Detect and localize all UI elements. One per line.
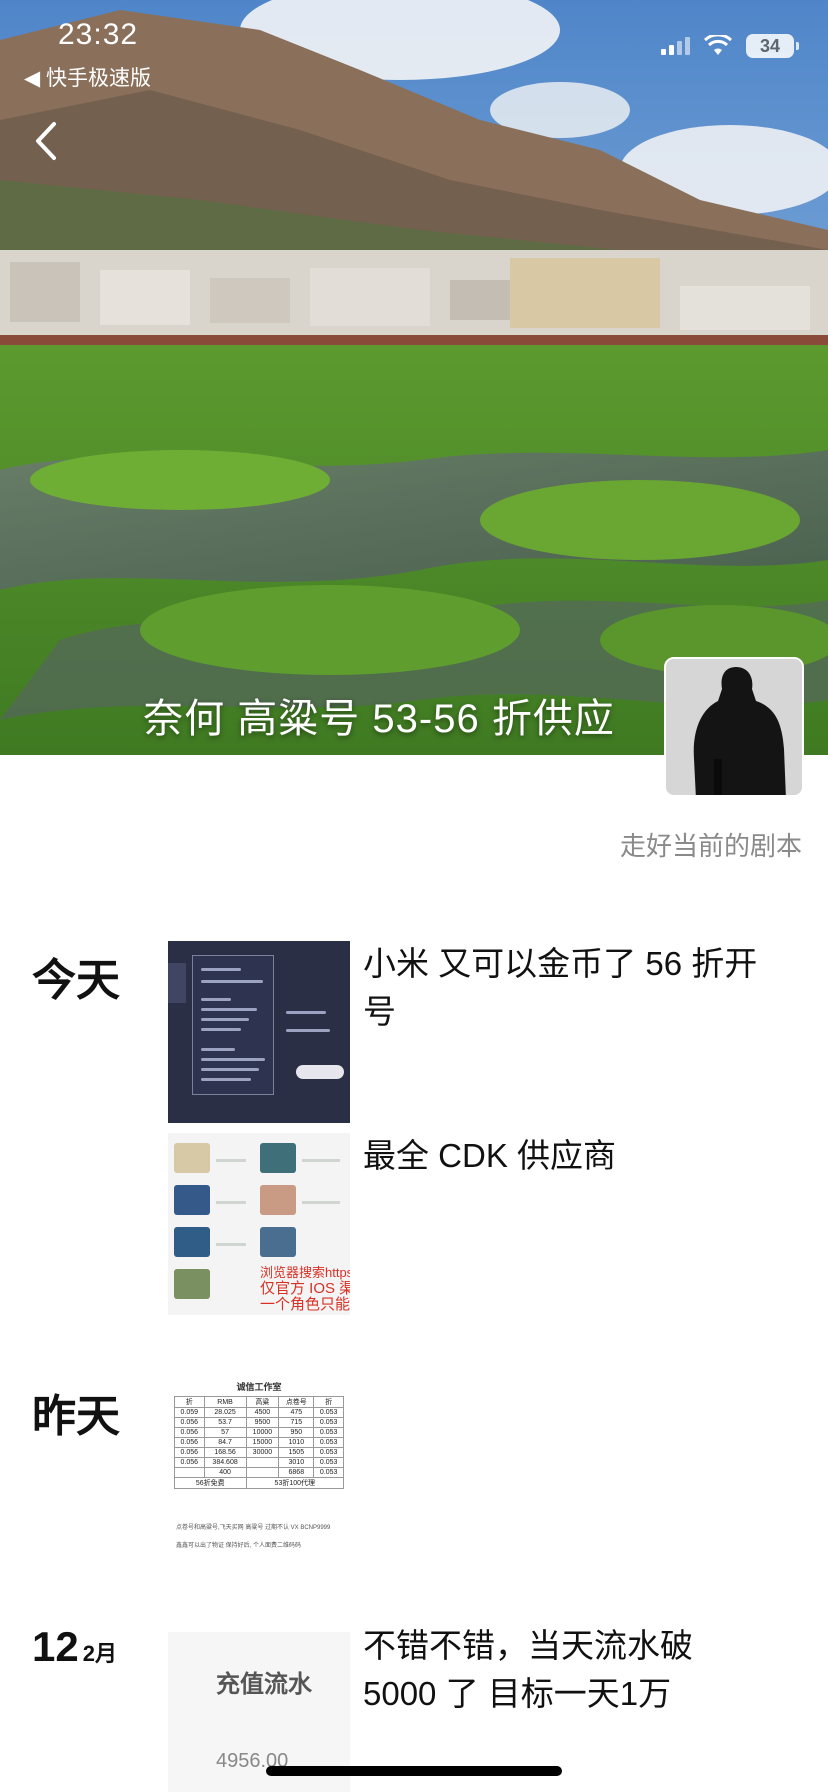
- wifi-icon: [704, 35, 732, 55]
- thumbnail-card: [192, 955, 274, 1095]
- landscape-image: [0, 0, 828, 755]
- profile-signature: 走好当前的剧本: [619, 831, 802, 861]
- thumbnail-button: [296, 1065, 344, 1079]
- thumbnail-text-line: [286, 1011, 326, 1014]
- day-label-date: 12 2月: [32, 1622, 117, 1672]
- thumbnail-text-line: [286, 1029, 330, 1032]
- avatar-image: [666, 659, 802, 795]
- home-indicator[interactable]: [266, 1766, 562, 1776]
- thumbnail-red-text: 浏览器搜索https: [260, 1265, 350, 1280]
- post-text[interactable]: 最全 CDK 供应商: [363, 1132, 783, 1180]
- cover-photo[interactable]: 奈何 高粱号 53-56 折供应: [0, 0, 828, 755]
- price-table: 折 RMB 高粱 点卷号折 0.059 28.025 4500 475 0.053 0.056…: [174, 1396, 345, 1489]
- post-thumbnail[interactable]: 诚信工作室 折 RMB 高粱 点卷号折 0.059 28.025 4500 475 0.053…: [168, 1374, 350, 1556]
- day-label-today: 今天: [32, 956, 120, 1005]
- day-number: 12: [32, 1623, 79, 1670]
- post-text[interactable]: 不错不错，当天流水破 5000 了 目标一天1万: [363, 1622, 723, 1718]
- back-to-app-link[interactable]: ◀ 快手极速版: [24, 62, 151, 92]
- day-month: 2月: [82, 1641, 117, 1666]
- signal-icon: [661, 37, 690, 55]
- back-chevron-icon[interactable]: [28, 118, 68, 164]
- thumbnail-red-text: 一个角色只能: [260, 1296, 350, 1313]
- thumbnail-title: 诚信工作室: [236, 1382, 282, 1392]
- battery-icon: 34: [746, 34, 799, 58]
- thumbnail-sidebar: [168, 963, 186, 1003]
- post-text[interactable]: 小米 又可以金币了 56 折开号: [363, 940, 783, 1036]
- thumbnail-note: 鑫鑫可以出了物证 保持好后, 个人面费二维码码: [176, 1543, 302, 1549]
- post-thumbnail[interactable]: [168, 941, 350, 1123]
- thumbnail-note: 点卷号和高粱号,飞天买网 高粱号 过期不认 VX BCNP9999: [176, 1525, 331, 1531]
- avatar[interactable]: [664, 657, 804, 797]
- thumbnail-label: 充值流水: [216, 1671, 312, 1698]
- post-thumbnail[interactable]: 浏览器搜索https 仅官方 IOS 渠 一个角色只能: [168, 1133, 350, 1315]
- thumbnail-red-text: 仅官方 IOS 渠: [260, 1280, 350, 1297]
- status-indicators: 34: [661, 34, 799, 58]
- day-label-yesterday: 昨天: [32, 1392, 120, 1441]
- status-time: 23:32: [58, 18, 139, 51]
